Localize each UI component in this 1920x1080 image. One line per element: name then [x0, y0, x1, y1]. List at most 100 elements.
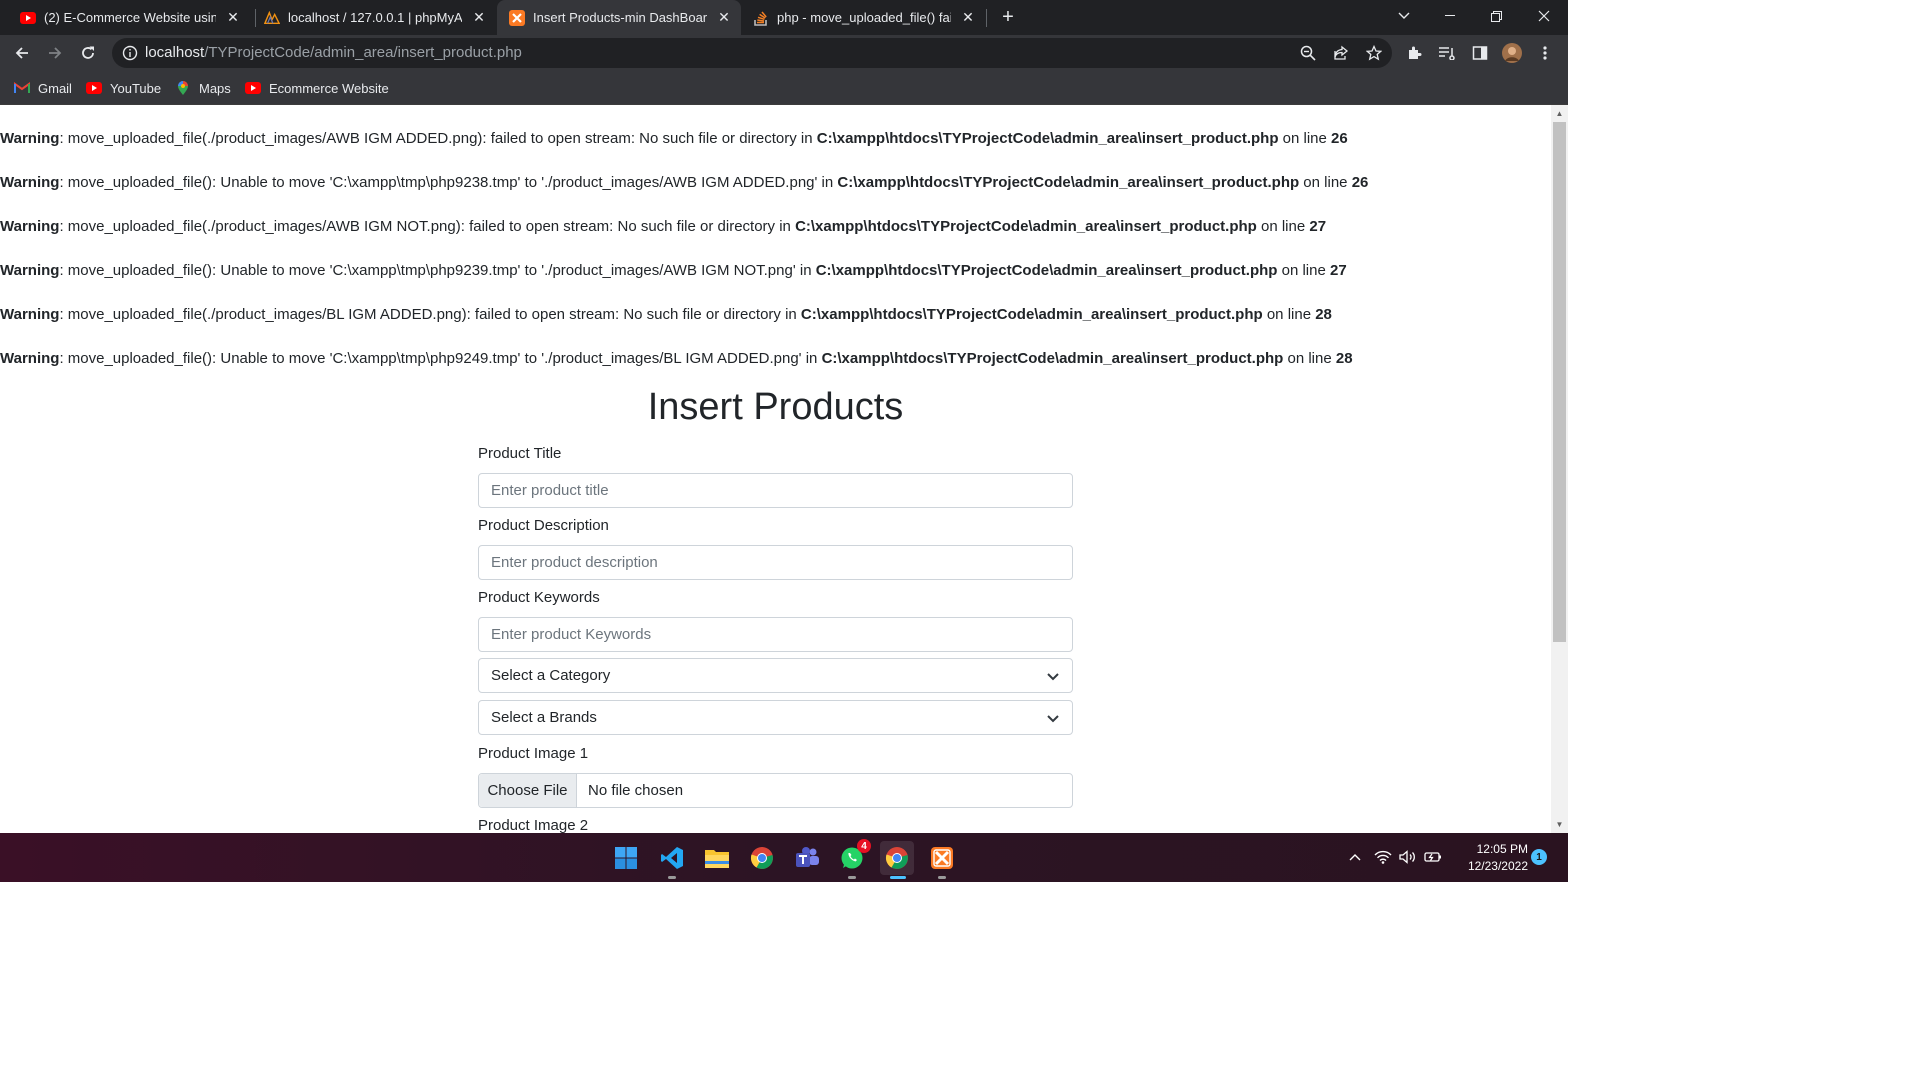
scroll-down-arrow[interactable]: ▼	[1551, 816, 1568, 833]
product-keywords-input[interactable]: Enter product Keywords	[478, 617, 1073, 652]
tab-youtube-ecommerce[interactable]: (2) E-Commerce Website using P ✕	[8, 0, 250, 35]
warning-file: C:\xampp\htdocs\TYProjectCode\admin_area…	[800, 306, 1263, 323]
warning-line: 27	[1309, 218, 1327, 235]
product-keywords-placeholder: Enter product Keywords	[491, 626, 652, 643]
file-explorer-icon[interactable]	[700, 841, 734, 875]
profile-avatar[interactable]	[1499, 40, 1525, 66]
chevron-up-icon[interactable]	[1345, 847, 1365, 867]
minimize-button[interactable]	[1427, 0, 1473, 32]
battery-icon[interactable]	[1423, 847, 1443, 867]
back-button[interactable]	[9, 40, 35, 66]
forward-button[interactable]	[42, 40, 68, 66]
scroll-up-arrow[interactable]: ▲	[1551, 105, 1568, 122]
warning-file: C:\xampp\htdocs\TYProjectCode\admin_area…	[821, 350, 1284, 367]
tab-stackoverflow[interactable]: php - move_uploaded_file() failed ✕	[741, 0, 985, 35]
share-icon[interactable]	[1331, 43, 1351, 63]
product-description-input[interactable]: Enter product description	[478, 545, 1073, 580]
warning-on-line: on line	[1283, 350, 1336, 367]
warning-message: : move_uploaded_file(): Unable to move '…	[59, 350, 822, 367]
running-indicator	[668, 876, 676, 879]
zoom-icon[interactable]	[1298, 43, 1318, 63]
tab-close-icon[interactable]: ✕	[959, 9, 977, 27]
system-clock[interactable]: 12:05 PM 12/23/2022	[1450, 841, 1528, 875]
page-title: Insert Products	[647, 386, 904, 428]
windows-start-icon[interactable]	[609, 841, 643, 875]
bookmark-gmail[interactable]: Gmail	[14, 78, 72, 98]
youtube-icon	[245, 80, 261, 96]
product-description-label: Product Description	[478, 517, 609, 534]
product-title-input[interactable]: Enter product title	[478, 473, 1073, 508]
whatsapp-icon[interactable]: 4	[835, 839, 871, 879]
side-panel-icon[interactable]	[1467, 40, 1493, 66]
reload-button[interactable]	[75, 40, 101, 66]
restore-button[interactable]	[1473, 0, 1519, 32]
warning-message: : move_uploaded_file(): Unable to move '…	[59, 262, 816, 279]
tab-phpmyadmin[interactable]: localhost / 127.0.0.1 | phpMyAdm ✕	[252, 0, 496, 35]
warning-label: Warning	[0, 306, 60, 323]
info-icon[interactable]	[122, 45, 138, 61]
vertical-scrollbar[interactable]: ▲ ▼	[1551, 105, 1568, 833]
stackoverflow-icon	[753, 10, 769, 26]
maps-icon	[175, 80, 191, 96]
bookmark-ecommerce-website[interactable]: Ecommerce Website	[245, 78, 389, 98]
new-tab-button[interactable]: +	[997, 7, 1019, 29]
bookmark-maps[interactable]: Maps	[175, 78, 231, 98]
warning-file: C:\xampp\htdocs\TYProjectCode\admin_area…	[815, 262, 1278, 279]
tab-close-icon[interactable]: ✕	[470, 9, 488, 27]
php-warning: Warning: move_uploaded_file(): Unable to…	[0, 262, 1347, 279]
brand-select[interactable]: Select a Brands	[478, 700, 1073, 735]
bookmark-star-icon[interactable]	[1364, 43, 1384, 63]
warning-on-line: on line	[1299, 174, 1352, 191]
reading-list-icon[interactable]	[1434, 40, 1460, 66]
phpmyadmin-icon	[264, 10, 280, 26]
product-image1-file-input[interactable]: Choose File No file chosen	[478, 773, 1073, 808]
windows-taskbar: 4 12:05 PM 12/23/2022 1	[0, 833, 1568, 882]
bookmark-label: Ecommerce Website	[269, 80, 389, 96]
chrome-active-icon[interactable]	[880, 841, 914, 879]
teams-icon[interactable]	[790, 841, 824, 875]
warning-file: C:\xampp\htdocs\TYProjectCode\admin_area…	[816, 130, 1279, 147]
product-title-label: Product Title	[478, 445, 562, 462]
product-image2-label: Product Image 2	[478, 817, 589, 833]
warning-line: 26	[1351, 174, 1369, 191]
xampp-icon[interactable]	[925, 841, 959, 879]
tab-close-icon[interactable]: ✕	[715, 9, 733, 27]
chrome-icon[interactable]	[745, 841, 779, 875]
xampp-icon	[509, 9, 525, 26]
url-path: /TYProjectCode/admin_area/insert_product…	[204, 44, 522, 61]
warning-line: 28	[1335, 350, 1353, 367]
tab-title: localhost / 127.0.0.1 | phpMyAdm	[288, 10, 462, 25]
warning-file: C:\xampp\htdocs\TYProjectCode\admin_area…	[837, 174, 1300, 191]
youtube-icon	[86, 80, 102, 96]
brand-select-value: Select a Brands	[491, 709, 597, 726]
scrollbar-thumb[interactable]	[1553, 122, 1566, 642]
running-indicator	[848, 876, 856, 879]
close-window-button[interactable]	[1521, 0, 1567, 32]
tab-insert-products[interactable]: Insert Products-min DashBoard ✕	[497, 0, 741, 35]
notification-count-badge[interactable]: 1	[1531, 849, 1547, 865]
vscode-icon[interactable]	[655, 841, 689, 879]
category-select[interactable]: Select a Category	[478, 658, 1073, 693]
tab-strip: (2) E-Commerce Website using P ✕ localho…	[0, 0, 1568, 35]
url-host: localhost	[145, 44, 205, 61]
volume-icon[interactable]	[1398, 847, 1418, 867]
tab-title: Insert Products-min DashBoard	[533, 10, 707, 25]
warning-label: Warning	[0, 262, 60, 279]
bookmark-label: Maps	[199, 80, 231, 96]
product-keywords-label: Product Keywords	[478, 589, 600, 606]
bookmark-youtube[interactable]: YouTube	[86, 78, 161, 98]
product-title-placeholder: Enter product title	[491, 482, 609, 499]
tab-search-button[interactable]	[1381, 0, 1427, 32]
tab-title: php - move_uploaded_file() failed	[777, 10, 951, 25]
tab-close-icon[interactable]: ✕	[224, 9, 242, 27]
chrome-menu-icon[interactable]	[1532, 40, 1558, 66]
warning-line: 26	[1331, 130, 1348, 147]
chevron-down-icon	[1046, 669, 1060, 683]
address-bar[interactable]: localhost/TYProjectCode/admin_area/inser…	[112, 38, 1392, 68]
choose-file-button[interactable]: Choose File	[479, 774, 577, 807]
extensions-icon[interactable]	[1401, 40, 1427, 66]
wifi-icon[interactable]	[1373, 847, 1393, 867]
php-warning: Warning: move_uploaded_file(): Unable to…	[0, 174, 1368, 191]
running-indicator	[938, 876, 946, 879]
warning-message: : move_uploaded_file(./product_images/BL…	[59, 306, 801, 323]
